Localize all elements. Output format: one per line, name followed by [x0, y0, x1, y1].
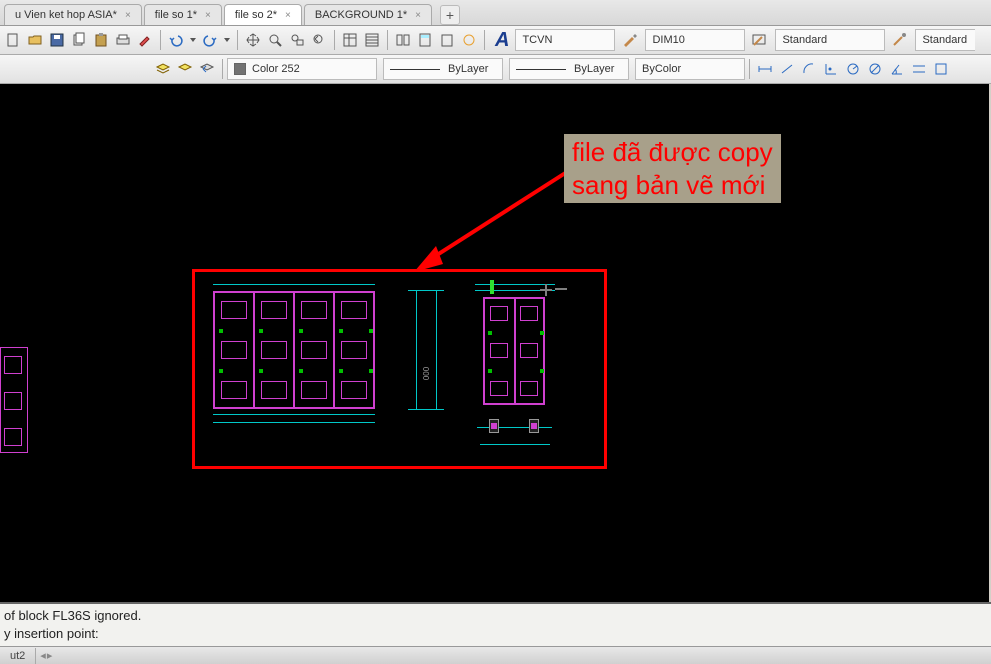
drawing-elevation-side: [483, 297, 545, 405]
linetype-dropdown[interactable]: ByLayer: [383, 58, 503, 80]
paste-icon[interactable]: [90, 29, 112, 51]
close-tab-icon[interactable]: ×: [205, 10, 211, 21]
sheet-set-icon[interactable]: [361, 29, 383, 51]
multileader-style-dropdown[interactable]: Standard: [915, 29, 975, 51]
color-dropdown[interactable]: Color 252: [227, 58, 377, 80]
layout-tab[interactable]: ut2: [0, 648, 36, 664]
text-style-dropdown[interactable]: TCVN: [515, 29, 615, 51]
properties-toolbar: Color 252 ByLayer ByLayer ByColor: [0, 55, 991, 84]
drawing-canvas[interactable]: 000 file đã được copy sang bản vẽ mớ: [0, 84, 991, 602]
new-tab-button[interactable]: +: [440, 5, 460, 25]
document-tab[interactable]: BACKGROUND 1* ×: [304, 4, 432, 25]
toolbar-separator: [160, 30, 161, 50]
tab-label: file so 1*: [155, 9, 197, 21]
drawing-elevation-front: [213, 291, 375, 409]
plotstyle-value: ByColor: [642, 63, 681, 75]
text-style-icon: A: [495, 29, 509, 52]
dim-radius-icon[interactable]: [842, 58, 864, 80]
toolbar-separator: [749, 59, 750, 79]
redo-icon[interactable]: [199, 29, 221, 51]
dim-angular-icon[interactable]: [886, 58, 908, 80]
zoom-previous-icon[interactable]: [308, 29, 330, 51]
zoom-realtime-icon[interactable]: [264, 29, 286, 51]
toolbar-separator: [387, 30, 388, 50]
multileader-style-icon: [889, 29, 911, 51]
standard-toolbar: A TCVN DIM10 Standard Standard: [0, 26, 991, 55]
new-icon[interactable]: [2, 29, 24, 51]
layout-tab-label: ut2: [10, 650, 25, 662]
layer-properties-icon[interactable]: [152, 58, 174, 80]
tab-label: u Vien ket hop ASIA*: [15, 9, 117, 21]
dim-arc-icon[interactable]: [798, 58, 820, 80]
dim-quick-icon[interactable]: [908, 58, 930, 80]
plus-icon: +: [446, 7, 454, 23]
render-icon[interactable]: [458, 29, 480, 51]
copy-icon[interactable]: [68, 29, 90, 51]
close-tab-icon[interactable]: ×: [285, 10, 291, 21]
dim-diameter-icon[interactable]: [864, 58, 886, 80]
open-icon[interactable]: [24, 29, 46, 51]
drawing-plan: [477, 419, 552, 437]
document-tabs-bar: u Vien ket hop ASIA* × file so 1* × file…: [0, 0, 991, 26]
command-line[interactable]: of block FL36S ignored. y insertion poin…: [0, 602, 991, 646]
document-tab[interactable]: u Vien ket hop ASIA* ×: [4, 4, 142, 25]
annotation-text: file đã được copy sang bản vẽ mới: [564, 134, 781, 203]
text-style-value: TCVN: [522, 34, 552, 46]
marker-dash: [555, 288, 567, 290]
marker-green: [490, 280, 494, 294]
toolbar-separator: [484, 30, 485, 50]
toolbar-separator: [237, 30, 238, 50]
drawing-fragment-left: [0, 347, 28, 453]
properties-icon[interactable]: [339, 29, 361, 51]
marker-cross: [540, 284, 552, 296]
annotation-arrow: [408, 164, 578, 279]
table-style-icon: [749, 29, 771, 51]
tab-scroll-handle[interactable]: ◂ ▸: [40, 649, 51, 662]
plotstyle-dropdown[interactable]: ByColor: [635, 58, 745, 80]
close-tab-icon[interactable]: ×: [125, 10, 131, 21]
close-tab-icon[interactable]: ×: [415, 10, 421, 21]
annotation-line2: sang bản vẽ mới: [572, 169, 773, 202]
color-value: Color 252: [252, 63, 300, 75]
tool-palette-icon[interactable]: [392, 29, 414, 51]
dim-ordinate-icon[interactable]: [820, 58, 842, 80]
lineweight-value: ByLayer: [574, 63, 614, 75]
command-history-line: of block FL36S ignored.: [4, 607, 987, 625]
toolbar-separator: [222, 59, 223, 79]
dim-linear-icon[interactable]: [754, 58, 776, 80]
linetype-value: ByLayer: [448, 63, 488, 75]
match-prop-icon[interactable]: [134, 29, 156, 51]
lineweight-sample: [516, 69, 566, 70]
lineweight-dropdown[interactable]: ByLayer: [509, 58, 629, 80]
status-bar: ut2 ◂ ▸: [0, 646, 991, 664]
pan-icon[interactable]: [242, 29, 264, 51]
redo-dropdown-icon[interactable]: [221, 29, 233, 51]
toolbar-separator: [334, 30, 335, 50]
layer-states-icon[interactable]: [174, 58, 196, 80]
annotation-line1: file đã được copy: [572, 136, 773, 169]
document-tab[interactable]: file so 1* ×: [144, 4, 222, 25]
tab-label: file so 2*: [235, 9, 277, 21]
tab-label: BACKGROUND 1*: [315, 9, 407, 21]
dim-style-dropdown[interactable]: DIM10: [645, 29, 745, 51]
table-style-value: Standard: [782, 34, 827, 46]
clipboard-icon[interactable]: [436, 29, 458, 51]
dim-baseline-icon[interactable]: [930, 58, 952, 80]
document-tab-active[interactable]: file so 2* ×: [224, 4, 302, 25]
dim-style-value: DIM10: [652, 34, 684, 46]
plot-icon[interactable]: [112, 29, 134, 51]
undo-icon[interactable]: [165, 29, 187, 51]
dimension-style-icon: [619, 29, 641, 51]
save-icon[interactable]: [46, 29, 68, 51]
command-prompt-line: y insertion point:: [4, 625, 987, 643]
undo-dropdown-icon[interactable]: [187, 29, 199, 51]
color-swatch: [234, 63, 246, 75]
multileader-style-value: Standard: [922, 34, 967, 46]
layer-previous-icon[interactable]: [196, 58, 218, 80]
dim-aligned-icon[interactable]: [776, 58, 798, 80]
zoom-window-icon[interactable]: [286, 29, 308, 51]
linetype-sample: [390, 69, 440, 70]
calculator-icon[interactable]: [414, 29, 436, 51]
table-style-dropdown[interactable]: Standard: [775, 29, 885, 51]
